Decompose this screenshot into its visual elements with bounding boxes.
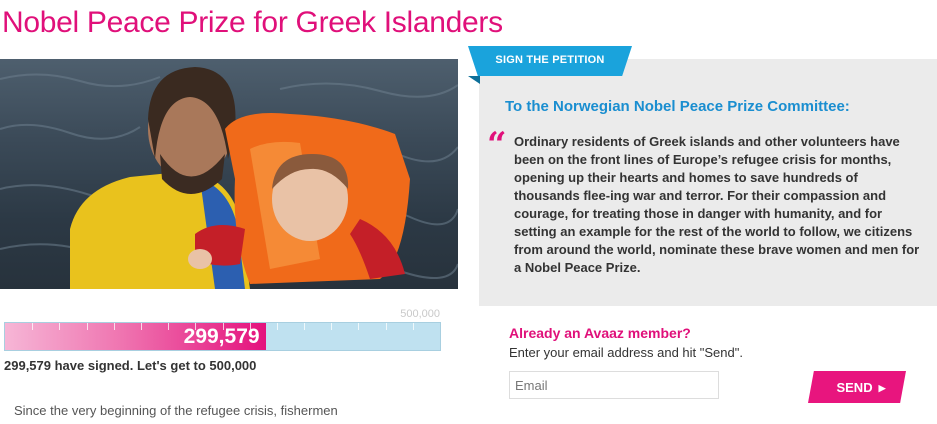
quote-icon: “ [487,125,507,165]
photo-rescuer-holding-child-icon [0,67,458,289]
article-teaser: Since the very beginning of the refugee … [14,403,338,418]
send-label: SEND [836,379,873,395]
page-title: Nobel Peace Prize for Greek Islanders [2,6,503,39]
progress-tick [385,323,387,330]
ribbon-label: SIGN THE PETITION [495,54,605,66]
member-question: Already an Avaaz member? [509,325,691,341]
progress-tick [276,323,278,330]
petition-text: Ordinary residents of Greek islands and … [514,134,920,275]
progress-tick [331,323,333,330]
email-input[interactable] [509,371,719,399]
sign-petition-ribbon: SIGN THE PETITION [468,46,632,76]
progress-tick [304,323,306,330]
arrow-right-icon: ▶ [878,382,886,393]
progress-tick [358,323,360,330]
hero-photo [0,59,458,289]
progress-goal-label: 500,000 [400,308,440,320]
send-button[interactable]: SEND ▶ [808,371,906,403]
signature-progress-bar: 299,579 [4,322,441,351]
ribbon-fold [468,76,480,84]
signed-status-text: 299,579 have signed. Let's get to 500,00… [4,358,257,373]
petition-addressee: To the Norwegian Nobel Peace Prize Commi… [505,98,850,115]
progress-fill: 299,579 [5,323,266,350]
signature-count: 299,579 [183,325,260,348]
progress-tick [412,323,414,330]
signup-instructions: Enter your email address and hit "Send". [509,345,743,360]
